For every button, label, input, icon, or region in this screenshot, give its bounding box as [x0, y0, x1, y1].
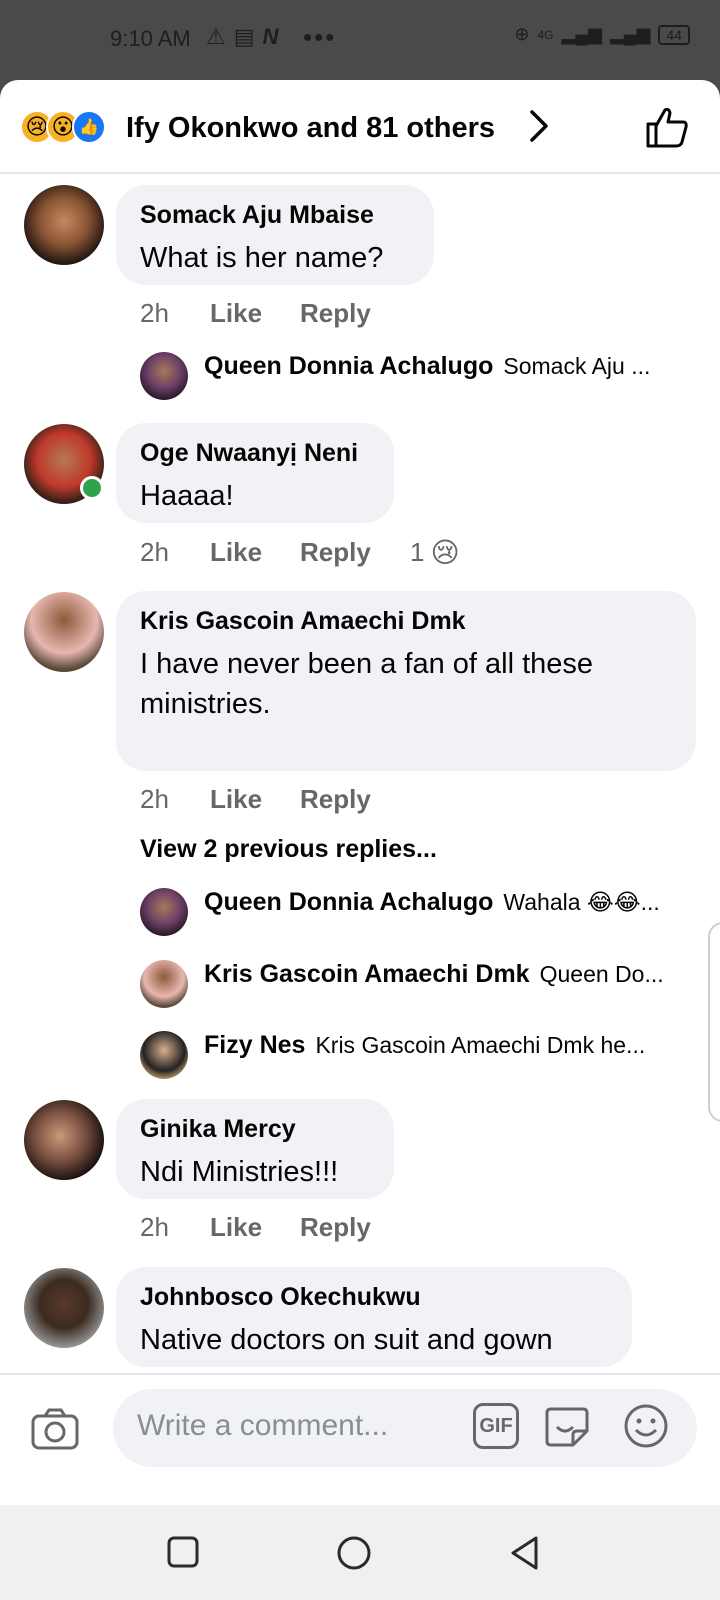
back-button[interactable]: [508, 1535, 542, 1576]
reply-preview[interactable]: Queen Donnia Achalugo Somack Aju ...: [140, 352, 680, 400]
like-button[interactable]: Like: [210, 298, 300, 329]
comment-bubble: Somack Aju Mbaise What is her name?: [116, 185, 434, 285]
network-type: 4G: [537, 27, 554, 42]
warning-icon: ⚠: [206, 24, 226, 49]
like-button[interactable]: Like: [210, 1212, 300, 1243]
status-bar: 9:10 AM ⚠ ▤ N ••• ⊕ 4G ▂▄▆ ▂▄▆ 44: [0, 0, 720, 80]
comment-actions: 2h Like Reply: [140, 784, 410, 815]
reply-button[interactable]: Reply: [300, 784, 410, 815]
comment-author[interactable]: Johnbosco Okechukwu: [140, 1283, 608, 1312]
online-status-dot: [80, 476, 104, 500]
recent-apps-button[interactable]: [166, 1535, 200, 1574]
reaction-icons: 😢 😮 👍: [20, 110, 106, 144]
reply-button[interactable]: Reply: [300, 298, 410, 329]
system-nav-bar: [0, 1505, 720, 1600]
avatar[interactable]: [140, 960, 188, 1008]
system-icons: ⊕ 4G ▂▄▆ ▂▄▆ 44: [514, 24, 690, 45]
comment-input[interactable]: Write a comment... GIF: [113, 1389, 697, 1467]
status-time: 9:10 AM: [110, 26, 191, 51]
view-previous-replies-link[interactable]: View 2 previous replies...: [140, 835, 437, 864]
reply-button[interactable]: Reply: [300, 1212, 410, 1243]
comment-actions: 2h Like Reply: [140, 1212, 410, 1243]
sad-reaction-icon: 😢: [430, 537, 460, 568]
signal-icon: ▂▄▆: [561, 24, 602, 44]
gif-button[interactable]: GIF: [473, 1403, 519, 1449]
like-button[interactable]: Like: [210, 537, 300, 568]
reply-text: Somack Aju ...: [503, 353, 651, 379]
reply-text: Wahala 😂😂...: [503, 889, 660, 915]
news-icon: ▤: [233, 24, 255, 49]
avatar[interactable]: [140, 1031, 188, 1079]
like-button[interactable]: Like: [210, 784, 300, 815]
avatar[interactable]: [24, 185, 104, 265]
reply-author[interactable]: Kris Gascoin Amaechi Dmk: [204, 960, 530, 989]
signal-2-icon: ▂▄▆: [609, 24, 651, 44]
comments-sheet: 😢 😮 👍 Ify Okonkwo and 81 others Somack A…: [0, 80, 720, 1505]
chevron-right-icon[interactable]: [528, 108, 550, 153]
avatar[interactable]: [24, 592, 104, 672]
reaction-count-value: 1: [410, 537, 425, 567]
comment-bubble: Ginika Mercy Ndi Ministries!!!: [116, 1099, 394, 1199]
reply-preview[interactable]: Fizy Nes Kris Gascoin Amaechi Dmk he...: [140, 1031, 680, 1079]
comment-bubble: Johnbosco Okechukwu Native doctors on su…: [116, 1267, 632, 1367]
avatar[interactable]: [140, 888, 188, 936]
comment-time: 2h: [140, 784, 169, 814]
reaction-count[interactable]: 1 😢: [410, 536, 460, 569]
comment-author[interactable]: Oge Nwaanyị Neni: [140, 439, 370, 468]
reply-author[interactable]: Queen Donnia Achalugo: [204, 352, 493, 381]
comment-time: 2h: [140, 1212, 169, 1242]
reply-preview[interactable]: Kris Gascoin Amaechi Dmk Queen Do...: [140, 960, 680, 1008]
app-n-icon: N: [262, 24, 279, 49]
emoji-icon[interactable]: [623, 1403, 669, 1454]
avatar[interactable]: [24, 1100, 104, 1180]
reply-text: Kris Gascoin Amaechi Dmk he...: [315, 1032, 646, 1058]
reply-author[interactable]: Fizy Nes: [204, 1031, 305, 1060]
comment-actions: 2h Like Reply 1 😢: [140, 536, 460, 569]
comment-text: Native doctors on suit and gown: [140, 1324, 553, 1356]
reply-button[interactable]: Reply: [300, 537, 410, 568]
comment-text: I have never been a fan of all these min…: [140, 648, 594, 720]
avatar[interactable]: [140, 352, 188, 400]
comment-author[interactable]: Somack Aju Mbaise: [140, 201, 410, 230]
reply-preview[interactable]: Queen Donnia Achalugo Wahala 😂😂...: [140, 888, 680, 936]
more-notifications-icon: •••: [303, 22, 337, 52]
reply-author[interactable]: Queen Donnia Achalugo: [204, 888, 493, 917]
camera-icon[interactable]: [30, 1407, 80, 1456]
comment-time: 2h: [140, 537, 169, 567]
side-scroll-handle[interactable]: [708, 922, 720, 1122]
notification-icons: ⚠ ▤ N: [206, 24, 278, 50]
comment-input-placeholder: Write a comment...: [137, 1409, 389, 1442]
comment-actions: 2h Like Reply: [140, 298, 410, 329]
home-button[interactable]: [336, 1535, 372, 1576]
data-saver-icon: ⊕: [514, 24, 530, 44]
battery-icon: 44: [658, 24, 690, 45]
comment-text: What is her name?: [140, 242, 384, 274]
comment-text: Ndi Ministries!!!: [140, 1156, 339, 1188]
like-post-button[interactable]: [645, 106, 689, 153]
comment-bubble: Kris Gascoin Amaechi Dmk I have never be…: [116, 591, 696, 771]
comment-author[interactable]: Kris Gascoin Amaechi Dmk: [140, 607, 672, 636]
comment-composer: Write a comment... GIF: [0, 1373, 720, 1505]
comment-bubble: Oge Nwaanyị Neni Haaaa!: [116, 423, 394, 523]
reactions-summary[interactable]: Ify Okonkwo and 81 others: [126, 112, 495, 145]
sticker-icon[interactable]: [543, 1403, 591, 1454]
avatar[interactable]: [24, 1268, 104, 1348]
reply-text: Queen Do...: [539, 961, 664, 987]
reactions-header[interactable]: 😢 😮 👍 Ify Okonkwo and 81 others: [0, 80, 720, 174]
comment-time: 2h: [140, 298, 169, 328]
comment-text: Haaaa!: [140, 480, 234, 512]
like-reaction-icon: 👍: [72, 110, 106, 144]
comment-author[interactable]: Ginika Mercy: [140, 1115, 370, 1144]
